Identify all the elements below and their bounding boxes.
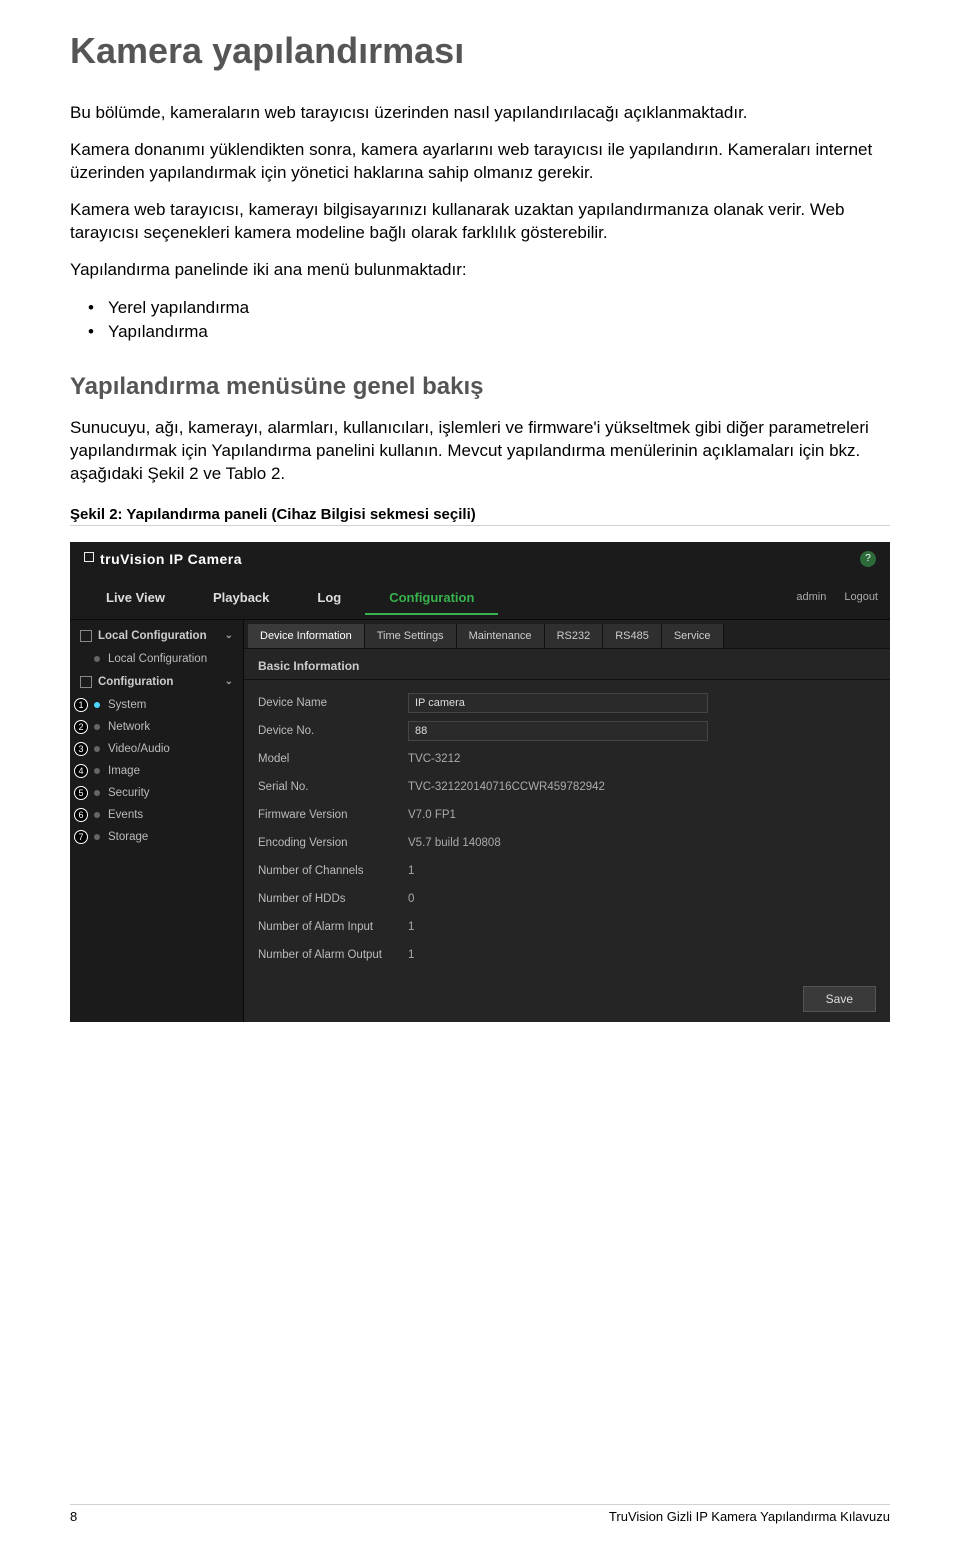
device-name-input[interactable] [408,693,708,713]
device-no-input[interactable] [408,721,708,741]
sidebar-header-config[interactable]: Configuration ⌄ [70,670,243,694]
value-alarm-input: 1 [408,921,414,933]
sidebar-item-video-audio[interactable]: 3 Video/Audio [70,738,243,760]
chevron-down-icon: ⌄ [225,630,233,641]
sidebar-item-image[interactable]: 4 Image [70,760,243,782]
sidebar: Local Configuration ⌄ Local Configuratio… [70,620,244,1022]
label-hdds: Number of HDDs [258,893,408,905]
bullet-icon [94,724,100,730]
sidebar-header-label: Local Configuration [98,630,207,642]
label-device-name: Device Name [258,697,408,709]
label-channels: Number of Channels [258,865,408,877]
main-nav: Live View Playback Log Configuration adm… [70,576,890,620]
wrench-icon [80,676,92,688]
value-encoding: V5.7 build 140808 [408,837,501,849]
list-item: Yerel yapılandırma [88,296,890,321]
nav-live-view[interactable]: Live View [82,580,189,615]
page-number: 8 [70,1509,77,1524]
footer-title: TruVision Gizli IP Kamera Yapılandırma K… [609,1509,890,1524]
sidebar-item-label: Network [108,721,150,733]
nav-log[interactable]: Log [293,580,365,615]
brand-bar: truVision IP Camera ? [70,542,890,576]
brand-icon [84,552,94,562]
page-title: Kamera yapılandırması [70,30,890,72]
label-device-no: Device No. [258,725,408,737]
section-header: Basic Information [244,649,890,680]
sidebar-item-events[interactable]: 6 Events [70,804,243,826]
figure-caption: Şekil 2: Yapılandırma paneli (Cihaz Bilg… [70,506,890,523]
bullet-icon [94,834,100,840]
value-channels: 1 [408,865,414,877]
device-info-form: Device Name Device No. Model TVC-3212 Se… [244,680,890,980]
tab-service[interactable]: Service [662,624,724,648]
brand-text: truVision IP Camera [100,551,242,567]
list-item: Yapılandırma [88,320,890,345]
paragraph: Sunucuyu, ağı, kamerayı, alarmları, kull… [70,417,890,486]
callout-badge: 7 [74,830,88,844]
sidebar-item-label: System [108,699,146,711]
tab-bar: Device Information Time Settings Mainten… [244,620,890,649]
sidebar-item-label: Image [108,765,140,777]
sidebar-item-label: Local Configuration [108,653,207,665]
screenshot-panel: truVision IP Camera ? Live View Playback… [70,542,890,1022]
value-firmware: V7.0 FP1 [408,809,456,821]
paragraph: Kamera donanımı yüklendikten sonra, kame… [70,139,890,185]
tab-device-information[interactable]: Device Information [248,624,365,648]
callout-badge: 5 [74,786,88,800]
sidebar-item-system[interactable]: 1 System [70,694,243,716]
sidebar-item-local-config[interactable]: Local Configuration [70,648,243,670]
bullet-icon [94,702,100,708]
callout-badge: 2 [74,720,88,734]
nav-playback[interactable]: Playback [189,580,293,615]
sidebar-item-label: Events [108,809,143,821]
label-model: Model [258,753,408,765]
value-hdds: 0 [408,893,414,905]
divider [70,525,890,526]
sidebar-item-label: Security [108,787,150,799]
save-button[interactable]: Save [803,986,876,1012]
label-serial: Serial No. [258,781,408,793]
callout-badge: 4 [74,764,88,778]
bullet-icon [94,812,100,818]
tab-time-settings[interactable]: Time Settings [365,624,457,648]
section-heading: Yapılandırma menüsüne genel bakış [70,373,890,401]
value-model: TVC-3212 [408,753,460,765]
chevron-down-icon: ⌄ [225,676,233,687]
sidebar-item-label: Video/Audio [108,743,170,755]
tab-rs232[interactable]: RS232 [545,624,604,648]
label-firmware: Firmware Version [258,809,408,821]
callout-badge: 6 [74,808,88,822]
paragraph: Kamera web tarayıcısı, kamerayı bilgisay… [70,199,890,245]
bullet-icon [94,656,100,662]
sidebar-header-label: Configuration [98,676,173,688]
sidebar-item-label: Storage [108,831,148,843]
folder-icon [80,630,92,642]
label-alarm-input: Number of Alarm Input [258,921,408,933]
sidebar-item-security[interactable]: 5 Security [70,782,243,804]
value-serial: TVC-321220140716CCWR459782942 [408,781,605,793]
current-user: admin [778,591,844,603]
sidebar-item-network[interactable]: 2 Network [70,716,243,738]
paragraph: Yapılandırma panelinde iki ana menü bulu… [70,259,890,282]
label-alarm-output: Number of Alarm Output [258,949,408,961]
logout-link[interactable]: Logout [844,591,878,603]
help-icon[interactable]: ? [860,551,876,567]
content-area: Device Information Time Settings Mainten… [244,620,890,1022]
value-alarm-output: 1 [408,949,414,961]
bullet-icon [94,790,100,796]
bullet-icon [94,746,100,752]
page-footer: 8 TruVision Gizli IP Kamera Yapılandırma… [70,1504,890,1524]
bullet-icon [94,768,100,774]
intro-paragraph: Bu bölümde, kameraların web tarayıcısı ü… [70,102,890,125]
sidebar-item-storage[interactable]: 7 Storage [70,826,243,848]
tab-maintenance[interactable]: Maintenance [457,624,545,648]
sidebar-header-local[interactable]: Local Configuration ⌄ [70,624,243,648]
callout-badge: 1 [74,698,88,712]
tab-rs485[interactable]: RS485 [603,624,662,648]
callout-badge: 3 [74,742,88,756]
nav-configuration[interactable]: Configuration [365,580,498,615]
label-encoding: Encoding Version [258,837,408,849]
